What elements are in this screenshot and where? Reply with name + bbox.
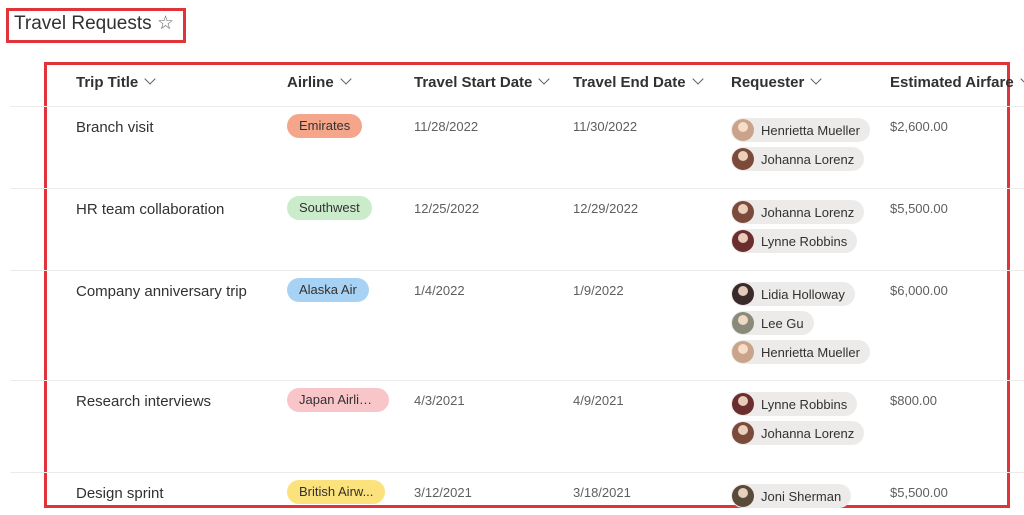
chevron-down-icon [144, 73, 156, 85]
chevron-down-icon [340, 73, 352, 85]
column-header-travel-end-date[interactable]: Travel End Date [573, 73, 704, 91]
avatar [732, 393, 754, 415]
airline-badge: British Airw... [287, 480, 386, 504]
chevron-down-icon [538, 73, 551, 85]
start-date-cell: 1/4/2022 [414, 283, 465, 298]
header-divider [10, 106, 1024, 107]
end-date-cell: 4/9/2021 [573, 393, 624, 408]
airfare-cell: $6,000.00 [890, 283, 948, 298]
airline-badge: Southwest [287, 196, 372, 220]
requester-name: Johanna Lorenz [761, 204, 855, 220]
page-title: Travel Requests [14, 13, 152, 34]
requester-name: Johanna Lorenz [761, 425, 855, 441]
airfare-cell: $5,500.00 [890, 201, 948, 216]
airline-badge: Emirates [287, 114, 363, 138]
trip-title-cell[interactable]: Company anniversary trip [76, 283, 247, 300]
requester-chip[interactable]: Johanna Lorenz [731, 421, 865, 445]
trip-title-cell[interactable]: Design sprint [76, 485, 164, 502]
avatar [732, 201, 754, 223]
trip-title-cell[interactable]: HR team collaboration [76, 201, 224, 218]
requester-chip[interactable]: Joni Sherman [731, 484, 852, 508]
airfare-cell: $800.00 [890, 393, 937, 408]
avatar [732, 422, 754, 444]
column-header-airline[interactable]: Airline [287, 73, 352, 91]
end-date-cell: 12/29/2022 [573, 201, 639, 216]
requester-name: Lee Gu [761, 315, 804, 331]
airline-badge: Japan Airlines [287, 388, 389, 412]
avatar [732, 148, 754, 170]
row-divider [10, 270, 1024, 271]
requester-chip[interactable]: Henrietta Mueller [731, 340, 870, 364]
requester-chip[interactable]: Lidia Holloway [731, 282, 855, 306]
requester-name: Lynne Robbins [761, 233, 848, 249]
trip-title-cell[interactable]: Branch visit [76, 119, 154, 136]
requester-chip[interactable]: Lee Gu [731, 311, 814, 335]
column-header-travel-start-date[interactable]: Travel Start Date [414, 73, 551, 91]
start-date-cell: 4/3/2021 [414, 393, 465, 408]
start-date-cell: 11/28/2022 [414, 119, 479, 134]
end-date-cell: 11/30/2022 [573, 119, 638, 134]
end-date-cell: 1/9/2022 [573, 283, 624, 298]
avatar [732, 312, 754, 334]
requester-chip[interactable]: Henrietta Mueller [731, 118, 870, 142]
requester-chip[interactable]: Lynne Robbins [731, 392, 858, 416]
airline-badge: Alaska Air [287, 278, 369, 302]
requester-chip[interactable]: Lynne Robbins [731, 229, 858, 253]
column-header-estimated-airfare[interactable]: Estimated Airfare [890, 73, 1024, 91]
chevron-down-icon [1019, 73, 1024, 85]
requester-name: Johanna Lorenz [761, 151, 855, 167]
avatar [732, 230, 754, 252]
avatar [732, 485, 754, 507]
avatar [732, 341, 754, 363]
avatar [732, 119, 754, 141]
trip-title-cell[interactable]: Research interviews [76, 393, 211, 410]
row-divider [10, 472, 1024, 473]
end-date-cell: 3/18/2021 [573, 485, 631, 500]
requester-name: Joni Sherman [761, 488, 842, 504]
requester-chip[interactable]: Johanna Lorenz [731, 200, 865, 224]
avatar [732, 283, 754, 305]
row-divider [10, 380, 1024, 381]
requester-chip[interactable]: Johanna Lorenz [731, 147, 865, 171]
requester-name: Henrietta Mueller [761, 122, 860, 138]
star-outline-icon[interactable]: ☆ [157, 12, 174, 35]
requester-name: Lynne Robbins [761, 396, 848, 412]
requester-name: Henrietta Mueller [761, 344, 860, 360]
requester-name: Lidia Holloway [761, 286, 845, 302]
airfare-cell: $5,500.00 [890, 485, 948, 500]
row-divider [10, 188, 1024, 189]
chevron-down-icon [691, 73, 704, 85]
chevron-down-icon [810, 73, 823, 85]
start-date-cell: 3/12/2021 [414, 485, 472, 500]
column-header-requester[interactable]: Requester [731, 73, 823, 91]
airfare-cell: $2,600.00 [890, 119, 948, 134]
column-header-trip-title[interactable]: Trip Title [76, 73, 156, 91]
start-date-cell: 12/25/2022 [414, 201, 480, 216]
